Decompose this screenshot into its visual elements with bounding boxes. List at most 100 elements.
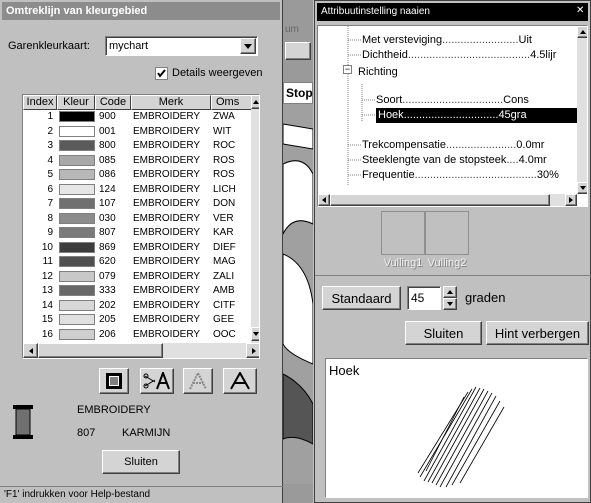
- color-swatch: [59, 270, 95, 282]
- thread-chart-label: Garenkleurkaart:: [8, 40, 90, 52]
- row-index: 16: [41, 328, 53, 340]
- default-button[interactable]: Standaard: [322, 286, 401, 310]
- spool-tool-button[interactable]: [99, 368, 129, 394]
- row-index: 7: [47, 198, 53, 209]
- angle-down-icon[interactable]: [443, 298, 457, 310]
- scroll-right-icon[interactable]: [565, 194, 577, 206]
- table-row[interactable]: 9 807 EMBROIDERY KAR: [23, 227, 251, 238]
- tree-item-stop-stitch-length[interactable]: Steeklengte van de stopsteek....4.0mr: [362, 153, 547, 168]
- close-icon[interactable]: ✕: [576, 6, 586, 16]
- scroll-up-icon[interactable]: [577, 26, 587, 38]
- tree-item-reinforcement[interactable]: Met versteviging........................…: [362, 33, 532, 48]
- bg-stop-tab: Stop: [283, 82, 313, 104]
- horizontal-scrollbar[interactable]: [23, 343, 259, 358]
- row-index: 1: [47, 111, 53, 122]
- table-row[interactable]: 11 620 EMBROIDERY MAG: [23, 256, 251, 267]
- letter-fill-tool-button[interactable]: [223, 368, 257, 394]
- col-header-color[interactable]: Kleur: [57, 95, 95, 110]
- table-row[interactable]: 2 001 EMBROIDERY WIT: [23, 125, 251, 137]
- scroll-left-icon[interactable]: [23, 343, 38, 358]
- table-row[interactable]: 7 107 EMBROIDERY DON: [23, 198, 251, 209]
- bg-toolbar-icons: [285, 42, 311, 60]
- close-button[interactable]: Sluiten: [405, 321, 482, 345]
- close-button[interactable]: Sluiten: [102, 450, 180, 474]
- color-swatch: [59, 212, 95, 224]
- scroll-down-icon[interactable]: [577, 182, 587, 194]
- scroll-down-icon[interactable]: [251, 327, 259, 341]
- bg-menu-text: um: [285, 24, 299, 35]
- row-index: 4: [47, 154, 53, 166]
- row-brand: EMBROIDERY: [133, 212, 201, 224]
- tree-item-direction[interactable]: Richting: [358, 65, 398, 80]
- row-description: ROS: [213, 154, 235, 166]
- row-brand: EMBROIDERY: [133, 241, 201, 253]
- scroll-thumb[interactable]: [38, 343, 163, 358]
- scissors-letter-icon: [143, 372, 170, 390]
- row-code: 869: [99, 241, 116, 253]
- table-row[interactable]: 1 900 EMBROIDERY ZWA: [23, 111, 251, 122]
- thread-chart-value: mychart: [109, 40, 149, 52]
- tree-item-pull-compensation[interactable]: Trekcompensatie.......................0.…: [362, 138, 544, 153]
- row-brand: EMBROIDERY: [133, 154, 201, 166]
- selected-thread-code: 807: [77, 427, 96, 439]
- table-body: 1 900 EMBROIDERY ZWA 2 001 EMBROIDERY WIT 3 800 EM…: [23, 111, 251, 343]
- row-index: 6: [47, 183, 53, 195]
- row-brand: EMBROIDERY: [133, 285, 201, 296]
- tree-item-frequency[interactable]: Frequentie..............................…: [362, 168, 559, 183]
- table-row[interactable]: 5 086 EMBROIDERY ROS: [23, 169, 251, 180]
- hide-hint-button[interactable]: Hint verbergen: [486, 321, 589, 345]
- row-description: ROC: [213, 140, 236, 151]
- details-label: Details weergeven: [172, 67, 263, 79]
- fill-preview-1[interactable]: [381, 211, 425, 255]
- details-checkbox[interactable]: [155, 67, 168, 80]
- col-header-index[interactable]: Index: [23, 95, 57, 110]
- table-row[interactable]: 6 124 EMBROIDERY LICH: [23, 183, 251, 195]
- table-row[interactable]: 13 333 EMBROIDERY AMB: [23, 285, 251, 296]
- table-row[interactable]: 10 869 EMBROIDERY DIEF: [23, 241, 251, 253]
- tree-item-angle[interactable]: Hoek...............................45gra: [376, 108, 587, 123]
- col-header-brand[interactable]: Merk: [131, 95, 211, 110]
- angle-up-icon[interactable]: [443, 286, 457, 298]
- tree-item-type[interactable]: Soort.................................Co…: [376, 93, 529, 108]
- table-row[interactable]: 16 206 EMBROIDERY OOC: [23, 328, 251, 340]
- color-swatch: [59, 285, 95, 296]
- scroll-up-icon[interactable]: [251, 95, 259, 109]
- table-row[interactable]: 4 085 EMBROIDERY ROS: [23, 154, 251, 166]
- tree-vertical-scrollbar[interactable]: [577, 26, 587, 194]
- vertical-scrollbar[interactable]: [251, 95, 259, 343]
- row-code: 079: [99, 270, 116, 282]
- row-index: 2: [47, 125, 53, 137]
- row-index: 11: [42, 256, 53, 267]
- color-swatch: [59, 140, 95, 151]
- selected-thread-name: KARMIJN: [122, 427, 171, 439]
- thread-chart-select[interactable]: mychart: [105, 36, 258, 56]
- table-row[interactable]: 8 030 EMBROIDERY VER: [23, 212, 251, 224]
- scroll-thumb[interactable]: [330, 194, 550, 206]
- fill-preview-2[interactable]: [425, 211, 469, 255]
- col-header-desc[interactable]: Oms: [211, 95, 253, 110]
- letter-outline-tool-button[interactable]: [183, 368, 213, 394]
- scroll-left-icon[interactable]: [318, 194, 330, 206]
- tree-horizontal-scrollbar[interactable]: [318, 194, 577, 206]
- row-code: 202: [99, 299, 116, 311]
- table-row[interactable]: 14 202 EMBROIDERY CITF: [23, 299, 251, 311]
- hint-box: Hoek: [325, 358, 588, 498]
- row-brand: EMBROIDERY: [133, 270, 201, 282]
- thread-spool-icon: [106, 373, 122, 389]
- col-header-code[interactable]: Code: [95, 95, 131, 110]
- angle-input[interactable]: 45: [407, 286, 441, 310]
- table-row[interactable]: 12 079 EMBROIDERY ZALI: [23, 270, 251, 282]
- cut-letter-tool-button[interactable]: [140, 368, 174, 394]
- scroll-right-icon[interactable]: [246, 343, 259, 358]
- letter-fill-icon: [230, 372, 250, 390]
- tree-item-density[interactable]: Dichtheid...............................…: [362, 48, 556, 63]
- row-brand: EMBROIDERY: [133, 140, 201, 151]
- table-row[interactable]: 3 800 EMBROIDERY ROC: [23, 140, 251, 151]
- table-row[interactable]: 15 205 EMBROIDERY GEE: [23, 314, 251, 325]
- row-description: OOC: [213, 328, 236, 340]
- row-code: 107: [99, 198, 116, 209]
- row-index: 14: [41, 299, 53, 311]
- color-swatch: [59, 299, 95, 311]
- collapse-icon[interactable]: −: [343, 65, 352, 74]
- chevron-down-icon[interactable]: [240, 38, 256, 54]
